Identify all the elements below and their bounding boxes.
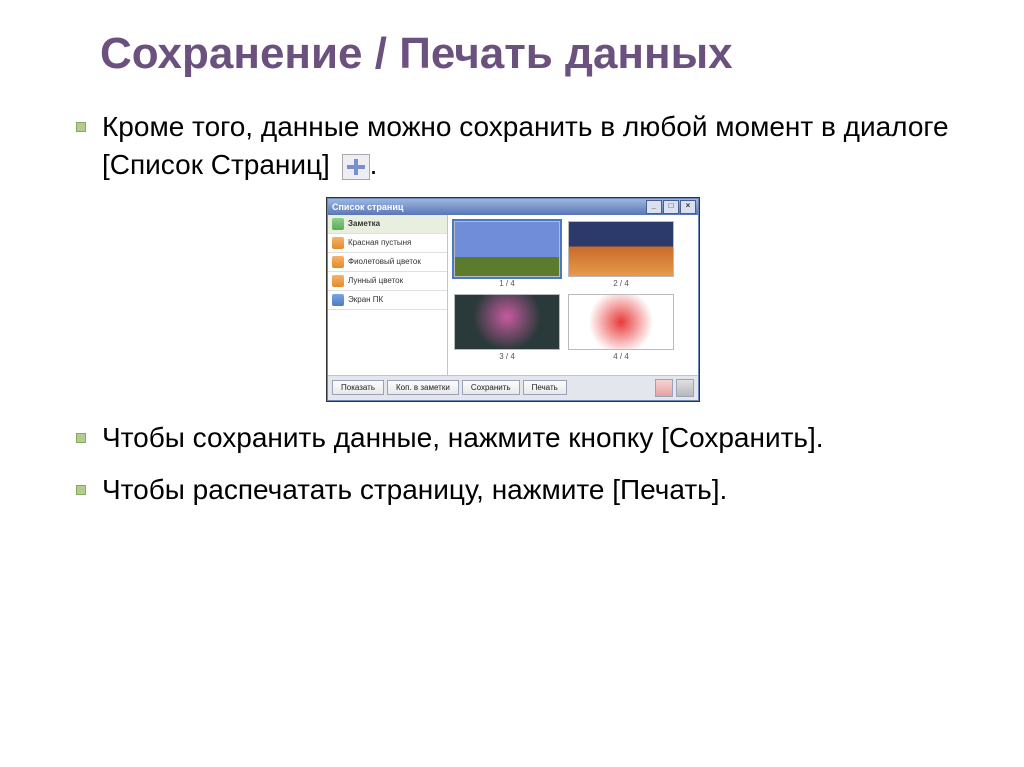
sidebar-item[interactable]: Экран ПК	[328, 291, 447, 310]
page-list-dialog: Список страниц _ □ × Заметка Красная пус…	[327, 198, 699, 401]
sidebar-label: Заметка	[348, 219, 380, 228]
bullet-text-suffix: .	[370, 149, 378, 180]
minimize-button[interactable]: _	[646, 200, 662, 214]
dialog-screenshot: Список страниц _ □ × Заметка Красная пус…	[327, 198, 697, 401]
bullet-item: Кроме того, данные можно сохранить в люб…	[70, 108, 954, 184]
bullet-item: Чтобы распечатать страницу, нажмите [Печ…	[70, 471, 954, 509]
save-button[interactable]: Сохранить	[462, 380, 520, 395]
thumb-image	[568, 221, 674, 277]
slide-title: Сохранение / Печать данных	[100, 30, 954, 78]
show-button[interactable]: Показать	[332, 380, 384, 395]
close-button[interactable]: ×	[680, 200, 696, 214]
bullet-text: Чтобы сохранить данные, нажмите кнопку […	[102, 422, 824, 453]
sidebar-label: Лунный цветок	[348, 276, 403, 285]
thumb-caption: 3 / 4	[454, 352, 560, 361]
thumb-image	[454, 221, 560, 277]
dialog-sidebar: Заметка Красная пустыня Фиолетовый цвето…	[328, 215, 448, 375]
sidebar-item[interactable]: Заметка	[328, 215, 447, 234]
sidebar-item[interactable]: Фиолетовый цветок	[328, 253, 447, 272]
bullet-list-continued: Чтобы сохранить данные, нажмите кнопку […	[70, 419, 954, 509]
dialog-titlebar: Список страниц _ □ ×	[328, 199, 698, 215]
print-button[interactable]: Печать	[523, 380, 567, 395]
copy-button[interactable]: Коп. в заметки	[387, 380, 459, 395]
thumbnail[interactable]: 4 / 4	[568, 294, 674, 361]
sidebar-label: Экран ПК	[348, 295, 383, 304]
bullet-text: Кроме того, данные можно сохранить в люб…	[102, 111, 949, 180]
sidebar-item[interactable]: Лунный цветок	[328, 272, 447, 291]
dialog-footer: Показать Коп. в заметки Сохранить Печать	[328, 375, 698, 400]
image-icon	[332, 256, 344, 268]
thumbnail-grid: 1 / 4 2 / 4 3 / 4 4 / 4	[448, 215, 698, 375]
image-icon	[332, 237, 344, 249]
maximize-button[interactable]: □	[663, 200, 679, 214]
screen-icon	[332, 294, 344, 306]
color-icon[interactable]	[655, 379, 673, 397]
thumb-image	[454, 294, 560, 350]
dialog-title: Список страниц	[332, 202, 403, 212]
thumbnail[interactable]: 1 / 4	[454, 221, 560, 288]
sidebar-item[interactable]: Красная пустыня	[328, 234, 447, 253]
image-icon	[332, 275, 344, 287]
thumbnail[interactable]: 2 / 4	[568, 221, 674, 288]
bullet-text: Чтобы распечатать страницу, нажмите [Печ…	[102, 474, 727, 505]
bullet-item: Чтобы сохранить данные, нажмите кнопку […	[70, 419, 954, 457]
thumb-caption: 1 / 4	[454, 279, 560, 288]
sidebar-label: Красная пустыня	[348, 238, 411, 247]
thumb-caption: 2 / 4	[568, 279, 674, 288]
page-list-icon	[342, 154, 370, 180]
thumb-caption: 4 / 4	[568, 352, 674, 361]
thumbnail[interactable]: 3 / 4	[454, 294, 560, 361]
slide-content: Сохранение / Печать данных Кроме того, д…	[0, 0, 1024, 767]
bullet-list: Кроме того, данные можно сохранить в люб…	[70, 108, 954, 184]
note-icon	[332, 218, 344, 230]
trash-icon[interactable]	[676, 379, 694, 397]
thumb-image	[568, 294, 674, 350]
sidebar-label: Фиолетовый цветок	[348, 257, 421, 266]
